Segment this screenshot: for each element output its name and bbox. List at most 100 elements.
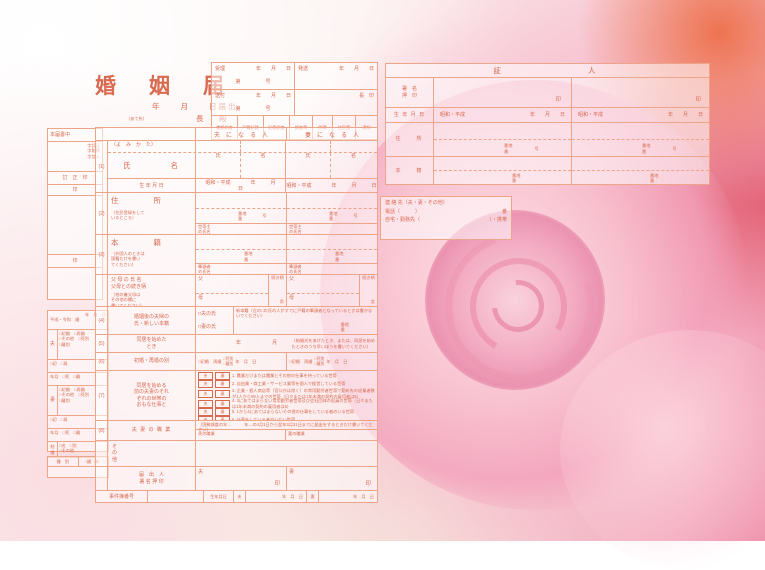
job1-husband-checkbox[interactable]: 夫 bbox=[198, 372, 213, 380]
wife-mother-field[interactable]: 母 bbox=[287, 294, 359, 306]
sei-sublabel-w: 氏 bbox=[286, 153, 330, 160]
dokyo-label: 同居を始めた とき bbox=[108, 335, 196, 352]
other-label: そ の 他 bbox=[108, 441, 196, 466]
job2-wife-checkbox[interactable]: 妻 bbox=[215, 380, 230, 388]
wife-occupation-field[interactable]: 妻の職業 bbox=[286, 430, 377, 440]
witness1-signature-field[interactable]: 印 bbox=[434, 78, 572, 107]
parents-note: （他の養父母は その他の欄に 書いてください） bbox=[111, 292, 192, 306]
witness1-banchi: 番地 番 bbox=[504, 143, 512, 154]
wife-address-go: 号 bbox=[353, 213, 357, 218]
job5-husband-checkbox[interactable]: 夫 bbox=[198, 408, 213, 416]
job1-wife-checkbox[interactable]: 妻 bbox=[215, 372, 230, 380]
husband-mei-field[interactable]: 名 bbox=[241, 153, 286, 178]
husband-tsuzuki-son: 男 bbox=[280, 299, 284, 304]
case-number-label: 事件簿番号 bbox=[96, 491, 148, 503]
witness2-banchi: 番地 番 bbox=[642, 143, 650, 154]
wife-sign-sublabel: 妻 bbox=[289, 469, 294, 476]
contact-place-label: 自宅・勤務先（ bbox=[385, 217, 420, 224]
correction-blank1[interactable] bbox=[48, 196, 102, 255]
job6-wife-checkbox[interactable]: 妻 bbox=[215, 416, 230, 420]
after-wife-surname-checkbox[interactable]: □妻の氏 bbox=[198, 324, 231, 331]
witness1-address-field[interactable]: 番地 番 号 bbox=[434, 123, 572, 156]
mei-sublabel: 名 bbox=[241, 153, 285, 160]
witness-address-label: 住 所 bbox=[386, 123, 434, 156]
correction-blank2[interactable] bbox=[48, 268, 102, 307]
witness2-honseki-banchi: 番地 番 bbox=[650, 173, 658, 184]
wife-furigana-sei[interactable] bbox=[286, 141, 331, 152]
husband-sei-field[interactable]: 氏 bbox=[196, 153, 241, 178]
wife-father-field[interactable]: 父 bbox=[287, 275, 359, 294]
job-item-1: 1. 農業だけまたは農業とその他の仕事を持っている世帯 bbox=[232, 373, 337, 378]
wife-sei-field[interactable]: 氏 bbox=[286, 153, 331, 178]
new-honseki-field[interactable]: 新本籍（左の□の氏の人がすでに戸籍の筆頭者となっているときは書かないでください）… bbox=[234, 307, 377, 334]
occupation-note: （国勢調査の年… 年…の4月1日から翌年3月31日までに届出をするときだけ書いて… bbox=[196, 421, 377, 429]
row-number-6: (6) bbox=[96, 353, 108, 370]
receipt-label: 受理 bbox=[215, 66, 225, 73]
wife-honseki-field[interactable]: 番地 番 筆頭者 の氏名 bbox=[287, 235, 377, 274]
declarant-label: 届 出 人 署 名 押 印 bbox=[108, 467, 196, 490]
dokyo-field[interactable]: 年 月 （結婚式をあげたとき、または、同居を始め たときのうち早いほうを書いてく… bbox=[196, 335, 377, 352]
after-husband-surname-checkbox[interactable]: □夫の氏 bbox=[198, 311, 231, 318]
new-honseki-note: 新本籍（左の□の氏の人がすでに戸籍の筆頭者となっているときは書かないでください） bbox=[234, 307, 377, 320]
wife-firstmar-cb[interactable]: □初婚 再婚 bbox=[289, 359, 312, 364]
job3-husband-checkbox[interactable]: 夫 bbox=[198, 390, 213, 398]
husband-mother-field[interactable]: 母 bbox=[196, 294, 268, 306]
witness2-honseki-field[interactable]: 番地 番 bbox=[572, 157, 709, 185]
husband-seal-mark: 印 bbox=[274, 479, 280, 487]
witness2-era: 昭和・平成 bbox=[578, 112, 603, 119]
witness1-honseki-field[interactable]: 番地 番 bbox=[434, 157, 572, 185]
job6-husband-checkbox[interactable]: 夫 bbox=[198, 416, 213, 420]
witness1-era: 昭和・平成 bbox=[440, 112, 465, 119]
job2-husband-checkbox[interactable]: 夫 bbox=[198, 380, 213, 388]
bottom-wife-date-field[interactable]: 年 月 日 bbox=[319, 491, 377, 503]
witness2-signature-field[interactable]: 印 bbox=[572, 78, 709, 107]
wife-furigana-mei[interactable] bbox=[331, 141, 376, 152]
husband-birth-field[interactable]: 昭和・平成 年 月 日 bbox=[196, 179, 286, 192]
witness1-seal-mark: 印 bbox=[555, 95, 561, 103]
job5-wife-checkbox[interactable]: 妻 bbox=[215, 408, 230, 416]
husband-firstmar-cb[interactable]: □初婚 再婚 bbox=[198, 359, 221, 364]
wife-birth-field[interactable]: 昭和・平成 年 月 日 bbox=[286, 179, 377, 192]
husband-firstmar-sub[interactable]: □死別 □離別 bbox=[223, 357, 233, 365]
wife-firstmar-field[interactable]: □初婚 再婚 □死別 □離別 年 月 日 bbox=[287, 353, 377, 370]
witness2-address-field[interactable]: 番地 番 号 bbox=[572, 123, 709, 156]
husband-signature-field[interactable]: 夫 印 bbox=[196, 467, 287, 490]
witness2-birth-field[interactable]: 昭和・平成 年 月 日 bbox=[572, 108, 709, 122]
correction-seal1: 印 bbox=[48, 185, 102, 196]
job4-husband-checkbox[interactable]: 夫 bbox=[198, 400, 213, 408]
witness2-go: 号 bbox=[672, 146, 676, 151]
husband-furigana-mei[interactable] bbox=[241, 141, 286, 152]
husband-father-field[interactable]: 父 bbox=[196, 275, 268, 294]
witness-honseki-label: 本 籍 bbox=[386, 157, 434, 185]
contact-place-suffix: ）・携帯 bbox=[489, 217, 507, 224]
contact-line1: 連 絡 先（夫・妻・その他） bbox=[381, 197, 511, 207]
bottom-husband-date-field[interactable]: 年 月 日 bbox=[246, 491, 307, 503]
addressee-note: （あて先） bbox=[126, 116, 147, 121]
husband-firstmar-field[interactable]: □初婚 再婚 □死別 □離別 年 月 日 bbox=[196, 353, 287, 370]
job3-wife-checkbox[interactable]: 妻 bbox=[215, 390, 230, 398]
witness1-go: 号 bbox=[534, 146, 538, 151]
husband-furigana-sei[interactable] bbox=[196, 141, 241, 152]
other-field[interactable] bbox=[196, 441, 377, 466]
name-yomikata-label: （よ み か た） bbox=[108, 141, 196, 152]
wife-signature-field[interactable]: 妻 印 bbox=[287, 467, 377, 490]
job-item-4: 4. 3にあてはまらない常用勤労者世帯及び会社団体の役員の世帯（日々または1年未… bbox=[232, 398, 375, 409]
receipt-number: 第 号 bbox=[212, 76, 294, 89]
witness1-birth-field[interactable]: 昭和・平成 年 月 日 bbox=[434, 108, 572, 122]
row-number-4: (4) bbox=[96, 307, 108, 334]
witness-sign-label: 署 名 押 印 bbox=[386, 78, 434, 107]
husband-occupation-field[interactable]: 夫の職業 bbox=[196, 430, 286, 440]
wife-firstmar-sub[interactable]: □死別 □離別 bbox=[314, 357, 324, 365]
husband-address-field[interactable]: 番地 番 号 世帯主 の氏名 bbox=[196, 193, 287, 234]
witness2-ymd: 年 月 日 bbox=[668, 112, 703, 119]
job4-wife-checkbox[interactable]: 妻 bbox=[215, 400, 230, 408]
bottom-wife-label: 妻 bbox=[307, 491, 319, 503]
wife-mei-field[interactable]: 名 bbox=[331, 153, 376, 178]
wife-address-field[interactable]: 番地 番 号 世帯主 の氏名 bbox=[287, 193, 377, 234]
husband-honseki-field[interactable]: 番地 番 筆頭者 の氏名 bbox=[196, 235, 287, 274]
wife-setai-label: 世帯主 の氏名 bbox=[289, 224, 302, 234]
page-title: 婚 姻 届 bbox=[95, 70, 230, 100]
case-number-field[interactable] bbox=[148, 491, 204, 503]
address-note: （住民登録をして いるところ） bbox=[111, 210, 192, 221]
birth-label: 生 年 月 日 bbox=[108, 179, 196, 192]
